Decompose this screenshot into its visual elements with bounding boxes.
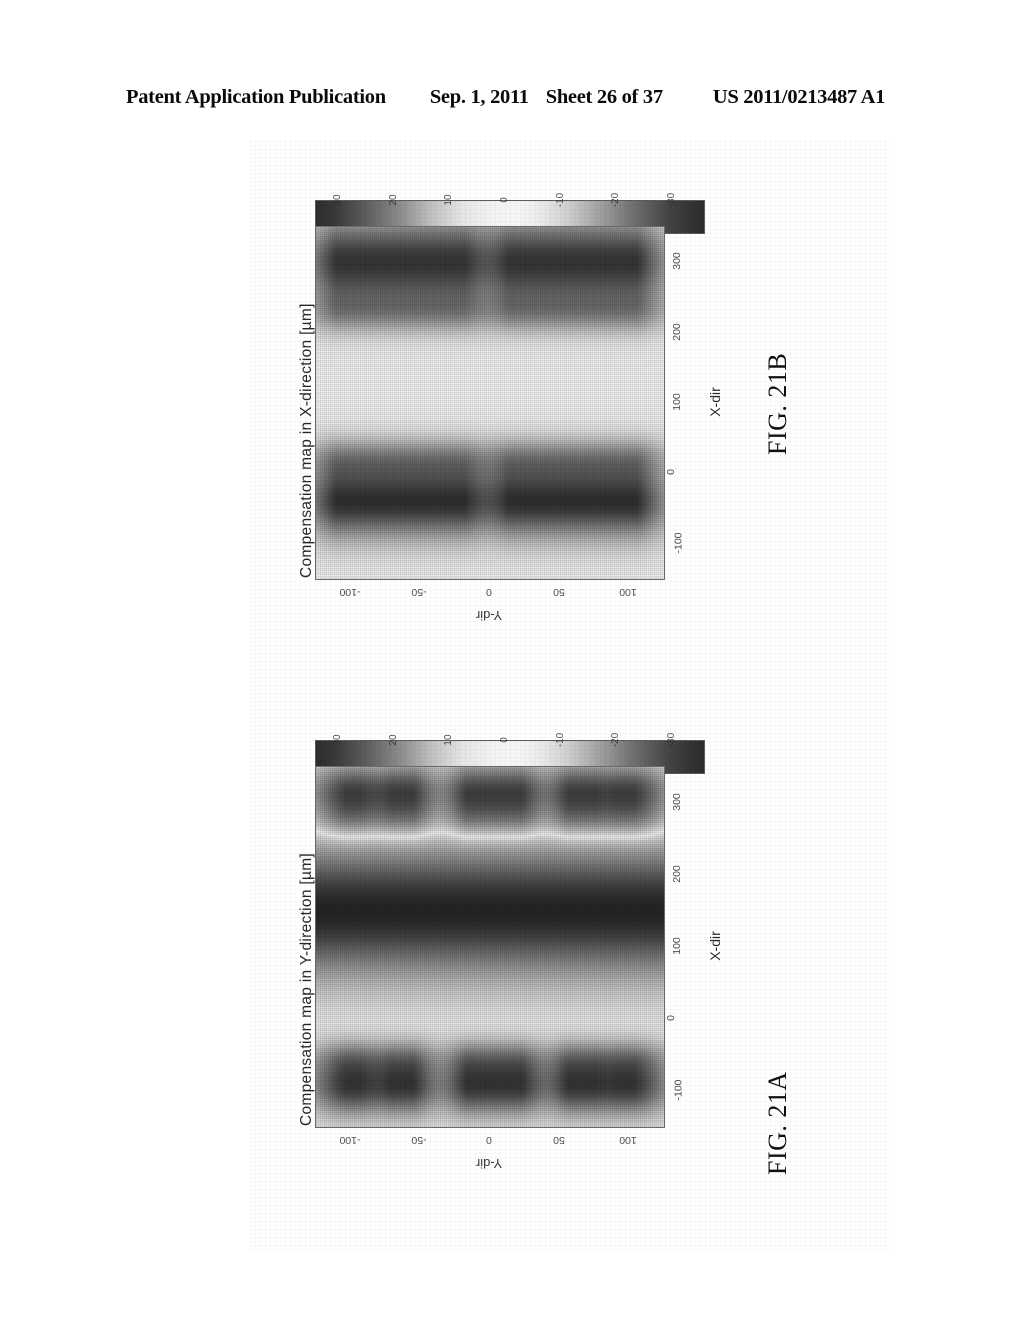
y-axis-tick-label: -100	[339, 586, 361, 598]
x-axis-21b: X-dir -100 0 100 200 300	[664, 226, 738, 578]
x-axis-tick-label: 300	[670, 252, 683, 270]
y-axis-tick-label: -50	[411, 1134, 427, 1146]
y-axis-tick-label: -100	[339, 1134, 361, 1146]
y-axis-tick-label: 100	[619, 1134, 637, 1146]
header-sheet-number: Sheet 26 of 37	[545, 86, 663, 108]
x-axis-tick-label: 100	[670, 937, 683, 955]
x-axis-tick-label: 0	[664, 469, 677, 476]
x-axis-title-21a: X-dir	[706, 931, 723, 961]
x-axis-tick-label: -100	[672, 532, 685, 554]
y-axis-tick-label: 0	[486, 586, 492, 598]
colorbar-tick-label: -10	[554, 732, 566, 748]
x-axis-tick-label: 300	[670, 793, 683, 811]
header-document-number: US 2011/0213487 A1	[712, 86, 886, 108]
colorbar-ticks-21b: 30 20 10 0 -10 -20 -30	[315, 170, 705, 207]
y-axis-tick-label: 50	[552, 1134, 565, 1146]
x-axis-tick-label: 100	[670, 393, 683, 411]
heatmap-canvas-21a	[316, 767, 664, 1127]
colorbar-tick-label: -30	[666, 732, 678, 748]
figure-caption-21b: FIG. 21B	[763, 352, 792, 455]
x-axis-tick-label: 200	[670, 865, 683, 883]
y-axis-21b: Y-dir -100 -50 0 50 100	[315, 582, 663, 636]
colorbar-ticks-21a: 30 20 10 0 -10 -20 -30	[315, 710, 705, 747]
y-axis-title-21a: Y-dir	[475, 1156, 503, 1171]
x-axis-tick-label: 200	[670, 322, 683, 341]
colorbar-tick-label: 30	[331, 194, 343, 206]
colorbar-tick-label: 30	[331, 734, 343, 746]
x-axis-tick-label: 0	[664, 1015, 677, 1021]
y-axis-21a: Y-dir -100 -50 0 50 100	[315, 1130, 663, 1190]
header-publication: Patent Application Publication	[126, 86, 386, 108]
page-header: Patent Application Publication Sep. 1, 2…	[126, 86, 898, 109]
colorbar-tick-label: 20	[387, 194, 399, 206]
x-axis-title-21b: X-dir	[706, 387, 723, 417]
colorbar-tick-label: 10	[443, 734, 455, 746]
y-axis-tick-label: 100	[619, 586, 637, 598]
y-axis-tick-label: 0	[486, 1134, 492, 1146]
x-axis-tick-label: -100	[672, 1079, 685, 1101]
colorbar-tick-label: -20	[610, 192, 622, 208]
colorbar-tick-label: 10	[443, 194, 455, 206]
colorbar-tick-label: 0	[499, 737, 510, 743]
y-axis-tick-label: -50	[411, 586, 427, 598]
header-date: Sep. 1, 2011	[429, 86, 529, 108]
colorbar-tick-label: -30	[666, 192, 678, 208]
colorbar-tick-label: 0	[499, 197, 510, 203]
y-axis-title-21b: Y-dir	[475, 608, 503, 623]
x-axis-21a: X-dir -100 0 100 200 300	[664, 766, 738, 1126]
heatmap-panel-21a	[315, 766, 665, 1128]
plot-title-21b: Compensation map in X-direction [µm]	[298, 303, 315, 578]
heatmap-canvas-21b	[316, 227, 664, 579]
plot-title-21a: Compensation map in Y-direction [µm]	[298, 852, 315, 1126]
colorbar-tick-label: -20	[610, 732, 622, 748]
heatmap-panel-21b	[315, 226, 665, 580]
colorbar-tick-label: 20	[387, 734, 399, 746]
figure-caption-21a: FIG. 21A	[763, 1071, 792, 1175]
colorbar-21a: 30 20 10 0 -10 -20 -30	[315, 710, 705, 774]
colorbar-21b: 30 20 10 0 -10 -20 -30	[315, 170, 705, 234]
colorbar-tick-label: -10	[554, 192, 566, 208]
y-axis-tick-label: 50	[552, 586, 565, 598]
